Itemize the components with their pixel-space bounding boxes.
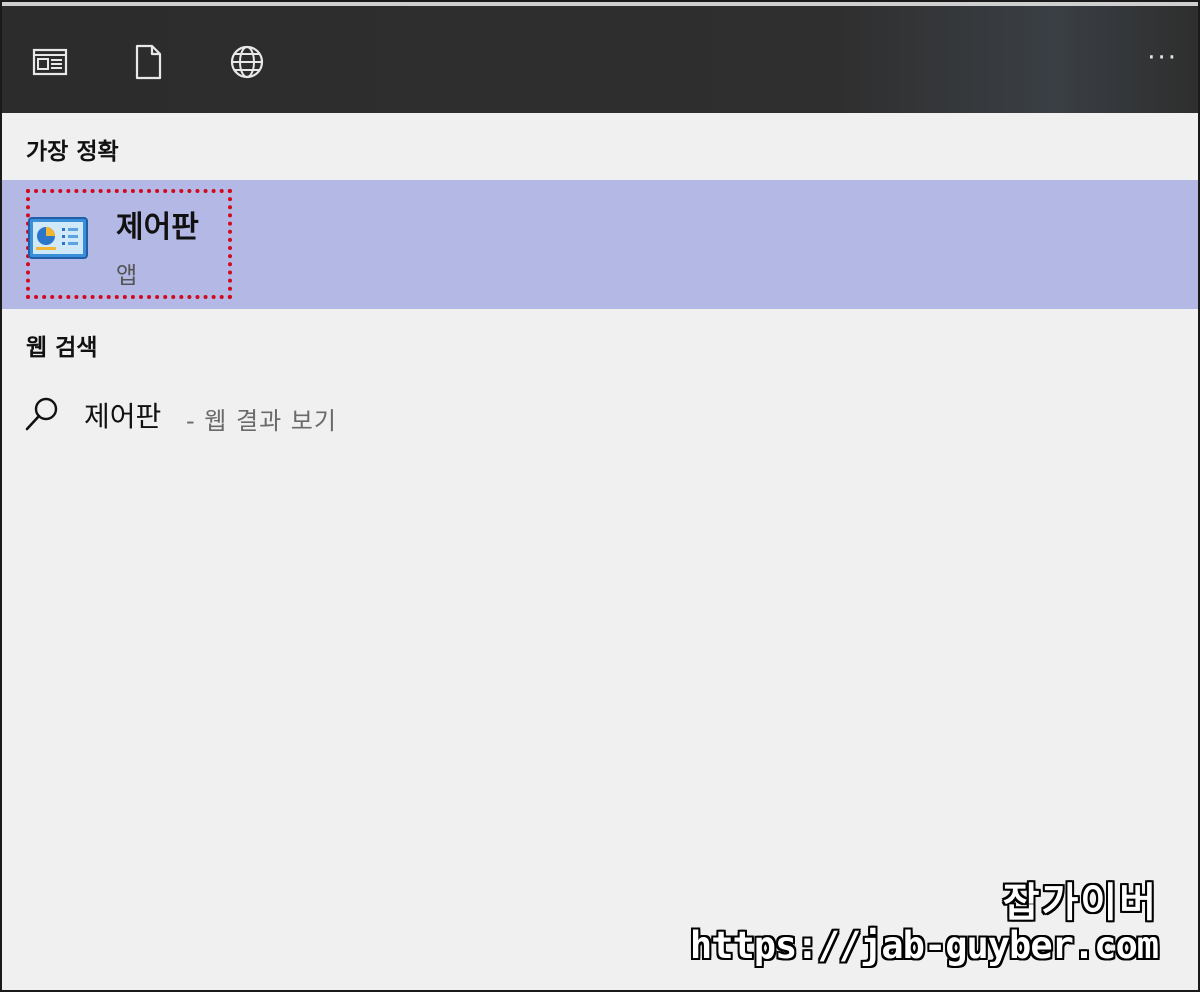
best-match-app-name: 제어판 <box>116 210 199 245</box>
top-divider <box>2 2 1198 6</box>
watermark-name: 잡가이버 <box>1002 880 1158 926</box>
best-match-heading: 가장 정확 <box>26 139 119 165</box>
web-search-suffix: - 웹 결과 보기 <box>186 407 337 435</box>
control-panel-icon <box>28 216 88 262</box>
best-match-app-type: 앱 <box>116 263 138 289</box>
web-search-result[interactable]: 제어판 - 웹 결과 보기 <box>2 382 1198 446</box>
more-options-button[interactable]: ··· <box>1147 45 1178 71</box>
document-icon[interactable] <box>128 42 168 82</box>
app-window-icon[interactable] <box>30 42 70 82</box>
best-match-item[interactable]: 제어판 앱 <box>2 180 1198 309</box>
search-panel: ··· 가장 정확 제어판 앱 웹 검색 제어판 - 웹 결과 보기 잡가이버 … <box>0 0 1200 992</box>
web-search-heading: 웹 검색 <box>26 335 98 361</box>
filter-toolbar: ··· <box>2 2 1198 113</box>
watermark-url: https://jab-guyber.com <box>689 924 1159 967</box>
web-search-query: 제어판 <box>84 400 162 433</box>
globe-icon[interactable] <box>227 42 267 82</box>
search-icon <box>24 396 60 436</box>
